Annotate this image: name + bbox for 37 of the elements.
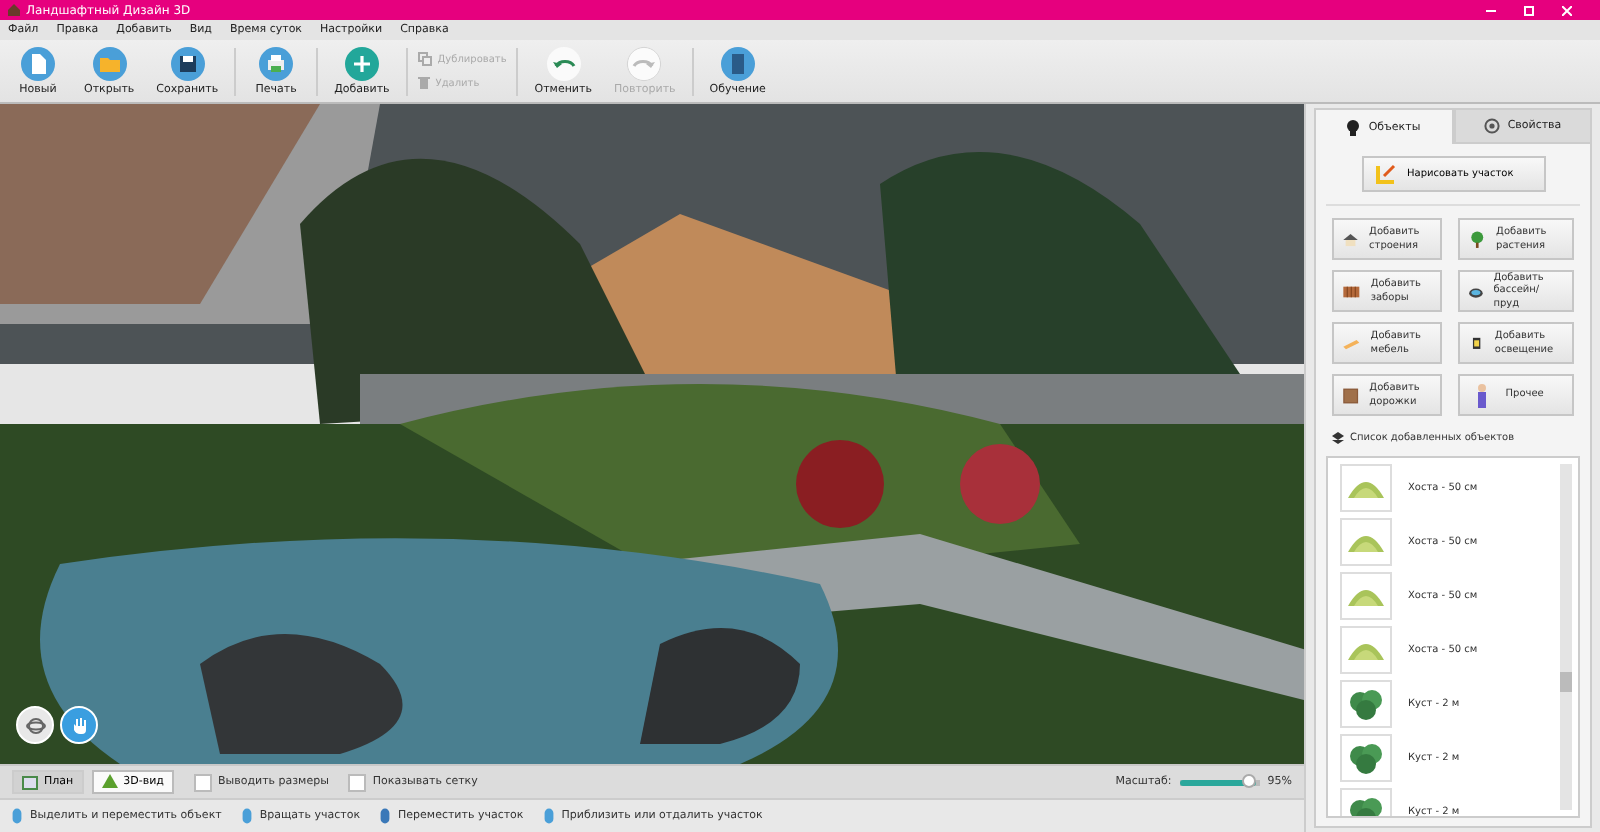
maximize-icon[interactable] [1524,5,1534,15]
book-icon [719,46,756,82]
copy-icon [417,52,432,66]
mouse-icon [241,808,252,824]
mouse-icon [380,808,391,824]
pencil-icon [1375,164,1395,184]
plus-icon [343,46,380,82]
app-icon [8,4,20,16]
close-icon[interactable] [1562,5,1572,15]
hosta-thumbnail [1340,464,1392,512]
orbit-icon [25,715,45,735]
settings-icon [1483,118,1500,134]
checkbox[interactable] [193,773,212,791]
layers-icon [1332,432,1344,444]
printer-icon [258,46,295,82]
slider-thumb[interactable] [1242,773,1257,787]
hosta-thumbnail [1340,572,1392,620]
redo-icon [626,46,663,82]
trash-icon [417,76,430,90]
tree-icon [101,774,118,790]
scrollbar[interactable] [1560,464,1572,810]
objects-icon [1346,119,1361,135]
tree-icon [1467,225,1487,253]
minimize-icon[interactable] [1486,5,1496,15]
document-icon [20,46,56,82]
mouse-icon [12,808,22,824]
bush-thumbnail [1340,734,1392,782]
hand-icon [71,716,87,734]
plan-icon [22,775,38,789]
checkbox[interactable] [348,773,367,791]
save-icon [169,46,206,82]
bush-thumbnail [1340,680,1392,728]
hosta-thumbnail [1340,518,1392,566]
hosta-thumbnail [1340,626,1392,674]
undo-icon [545,46,582,82]
folder-icon [91,46,128,82]
mouse-icon [543,808,554,824]
